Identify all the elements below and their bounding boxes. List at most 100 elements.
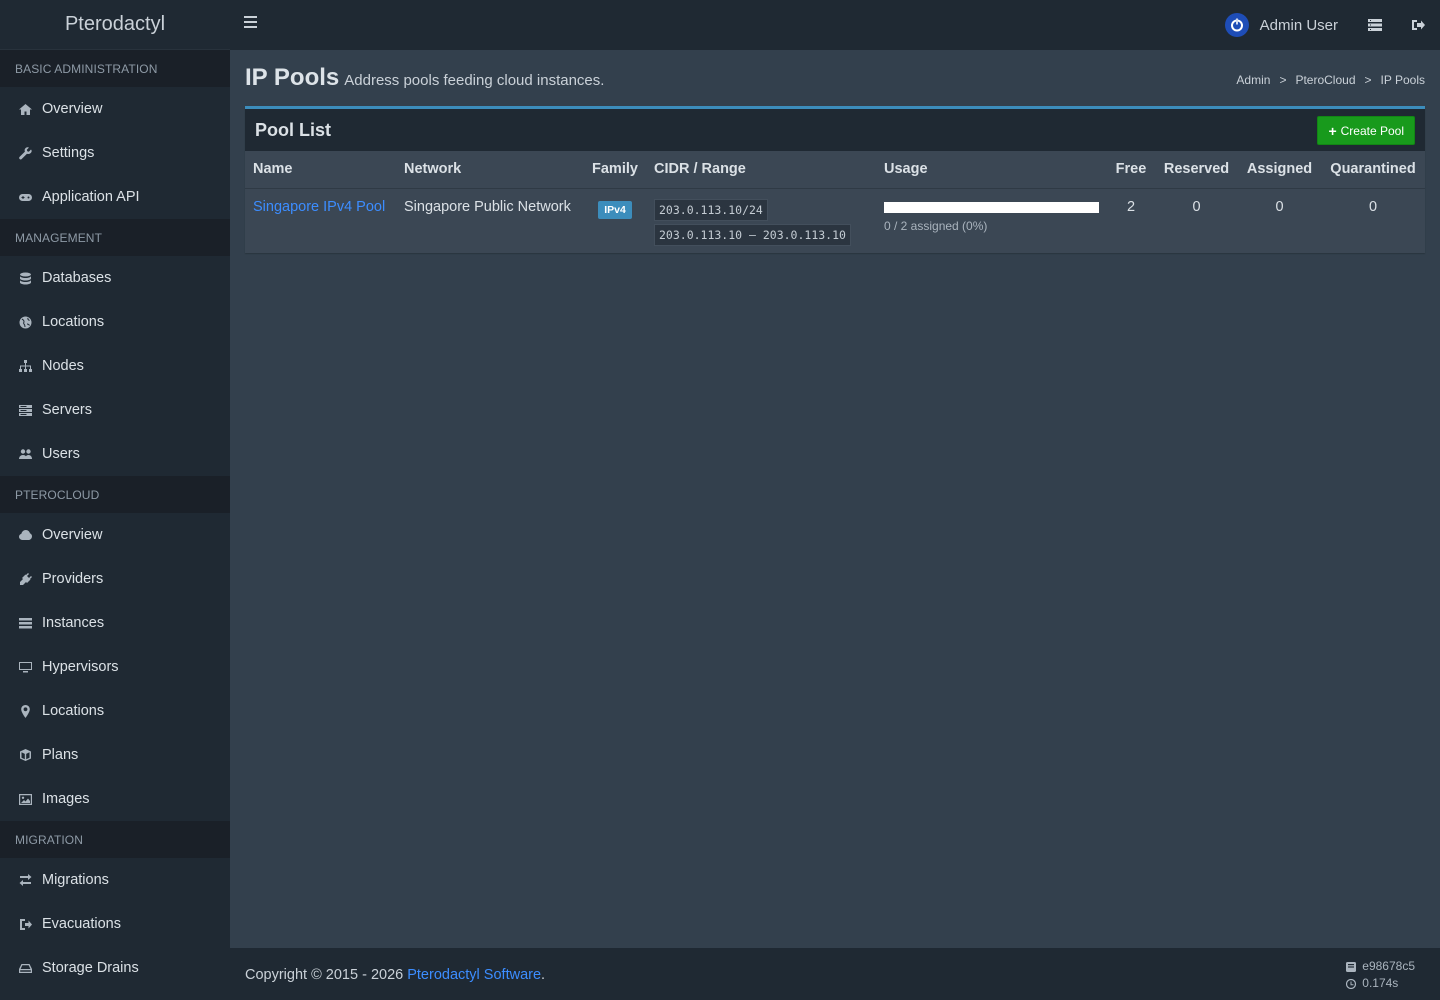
code-branch-icon <box>1346 961 1357 972</box>
sidebar-item-users[interactable]: Users <box>0 432 230 476</box>
create-pool-button[interactable]: + Create Pool <box>1317 116 1415 145</box>
col-family: Family <box>584 151 646 189</box>
table-row: Singapore IPv4 Pool Singapore Public Net… <box>245 188 1425 257</box>
sidebar-section-header: Management <box>0 219 230 256</box>
server-list-icon[interactable] <box>1368 18 1382 32</box>
sidebar-section-header: Basic Administration <box>0 50 230 87</box>
sidebar-item-label: Nodes <box>42 358 84 374</box>
app-logo[interactable]: Pterodactyl <box>0 0 230 50</box>
plus-icon: + <box>1328 122 1337 139</box>
users-icon <box>18 447 33 462</box>
sidebar-item-nodes[interactable]: Nodes <box>0 344 230 388</box>
user-menu[interactable]: Admin User <box>1224 13 1338 37</box>
sidebar-item-label: Locations <box>42 314 105 330</box>
sidebar-item-overview[interactable]: Overview <box>0 513 230 557</box>
sidebar-item-label: Application API <box>42 189 140 205</box>
col-assigned: Assigned <box>1238 151 1321 189</box>
sidebar-item-providers[interactable]: Providers <box>0 557 230 601</box>
cube-icon <box>18 748 33 763</box>
copyright: Copyright © 2015 - 2026 Pterodactyl Soft… <box>245 967 545 983</box>
pterodactyl-link[interactable]: Pterodactyl Software <box>407 967 541 983</box>
cell-family: IPv4 <box>584 188 646 257</box>
col-network: Network <box>396 151 584 189</box>
sign-out-icon <box>18 917 33 932</box>
breadcrumb-pterocloud[interactable]: PteroCloud <box>1295 73 1355 87</box>
footer: Copyright © 2015 - 2026 Pterodactyl Soft… <box>230 948 1440 1000</box>
sidebar-item-label: Servers <box>42 402 92 418</box>
sidebar-item-instances[interactable]: Instances <box>0 601 230 645</box>
sidebar-item-locations[interactable]: Locations <box>0 300 230 344</box>
menu-toggle-icon[interactable] <box>244 16 260 32</box>
plug-icon <box>18 572 33 587</box>
sidebar-item-servers[interactable]: Servers <box>0 388 230 432</box>
sidebar-section-header: PteroCloud <box>0 476 230 513</box>
copyright-suffix: . <box>541 967 546 983</box>
image-icon <box>18 792 33 807</box>
sidebar-item-label: Locations <box>42 703 105 719</box>
sidebar-item-label: Migrations <box>42 872 109 888</box>
sidebar-item-evacuations[interactable]: Evacuations <box>0 902 230 946</box>
sidebar-item-overview[interactable]: Overview <box>0 87 230 131</box>
sidebar-item-label: Images <box>42 791 90 807</box>
sidebar-item-storage-drains[interactable]: Storage Drains <box>0 946 230 990</box>
time-row: 0.174s <box>1346 975 1415 992</box>
create-pool-label: Create Pool <box>1340 123 1404 138</box>
sitemap-icon <box>18 359 33 374</box>
col-name: Name <box>245 151 396 189</box>
pool-list-box: Pool List + Create Pool Name Network Fam… <box>245 106 1425 253</box>
sidebar-item-label: Hypervisors <box>42 659 119 675</box>
col-quarantined: Quarantined <box>1321 151 1425 189</box>
topbar: Admin User <box>230 0 1440 50</box>
logout-icon[interactable] <box>1411 18 1425 32</box>
wrench-icon <box>18 146 33 161</box>
cloud-icon <box>18 528 33 543</box>
footer-meta: e98678c5 0.174s <box>1346 958 1415 992</box>
sidebar-item-label: Instances <box>42 615 105 631</box>
cell-assigned: 0 <box>1275 198 1284 215</box>
pool-link[interactable]: Singapore IPv4 Pool <box>253 199 385 215</box>
usage-progress-bar <box>884 201 1099 213</box>
breadcrumb-current: IP Pools <box>1380 73 1425 87</box>
cell-quarantined: 0 <box>1368 198 1378 215</box>
sidebar-item-locations[interactable]: Locations <box>0 689 230 733</box>
col-free: Free <box>1107 151 1155 189</box>
sidebar-item-hypervisors[interactable]: Hypervisors <box>0 645 230 689</box>
page-subtitle: Address pools feeding cloud instances. <box>344 72 605 89</box>
sidebar-item-label: Users <box>42 446 80 462</box>
sidebar-item-label: Overview <box>42 101 103 117</box>
sidebar-item-settings[interactable]: Settings <box>0 131 230 175</box>
pool-table: Name Network Family CIDR / Range Usage F… <box>245 151 1425 257</box>
sidebar-section-header: Migration <box>0 821 230 858</box>
avatar <box>1224 13 1249 37</box>
range-code: 203.0.113.10 – 203.0.113.10 <box>654 223 851 246</box>
col-cidr: CIDR / Range <box>646 151 876 189</box>
home-icon <box>18 102 33 117</box>
breadcrumb-separator: > <box>1364 73 1372 87</box>
globe-icon <box>18 315 33 330</box>
cell-usage: 0 / 2 assigned (0%) <box>876 188 1107 257</box>
box-header: Pool List + Create Pool <box>245 109 1425 151</box>
copyright-text: Copyright © 2015 - 2026 <box>245 967 408 983</box>
cidr-code: 203.0.113.10/24 <box>654 198 768 221</box>
sidebar-item-databases[interactable]: Databases <box>0 256 230 300</box>
version-row: e98678c5 <box>1346 958 1415 975</box>
cell-reserved: 0 <box>1192 198 1201 215</box>
sidebar-item-label: Plans <box>42 747 79 763</box>
sidebar-item-plans[interactable]: Plans <box>0 733 230 777</box>
server-icon <box>18 403 33 418</box>
cell-cidr: 203.0.113.10/24 203.0.113.10 – 203.0.113… <box>646 188 876 257</box>
clock-icon <box>1346 978 1357 989</box>
power-icon <box>1230 18 1243 32</box>
user-name: Admin User <box>1259 16 1338 34</box>
sidebar-item-application-api[interactable]: Application API <box>0 175 230 219</box>
hdd-icon <box>18 961 33 976</box>
breadcrumb-admin[interactable]: Admin <box>1236 73 1270 87</box>
sidebar-item-migrations[interactable]: Migrations <box>0 858 230 902</box>
breadcrumb: Admin > PteroCloud > IP Pools <box>1236 73 1425 87</box>
exchange-icon <box>18 873 33 888</box>
sidebar-item-label: Providers <box>42 571 104 587</box>
sidebar-item-images[interactable]: Images <box>0 777 230 821</box>
usage-text: 0 / 2 assigned (0%) <box>884 218 988 233</box>
time-text: 0.174s <box>1362 976 1399 990</box>
col-usage: Usage <box>876 151 1107 189</box>
